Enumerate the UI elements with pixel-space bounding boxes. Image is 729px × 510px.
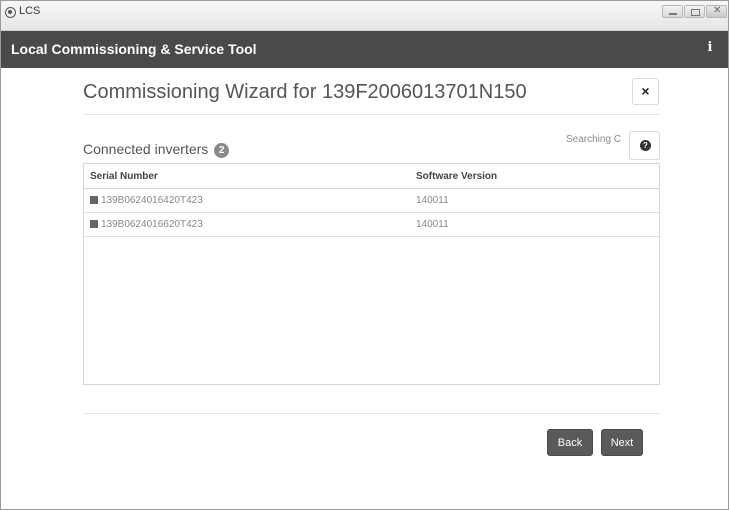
back-button[interactable]: Back [547, 429, 593, 456]
question-icon: ? [640, 140, 651, 151]
wizard-title: Commissioning Wizard for 139F2006013701N… [83, 81, 527, 103]
connected-inverters-heading: Connected inverters 2 [83, 141, 230, 158]
serial-number: 139B0624016420T423 [101, 195, 203, 206]
software-version-cell: 140011 [416, 219, 449, 230]
maximize-icon[interactable] [684, 5, 705, 18]
column-header-software-version[interactable]: Software Version [416, 171, 497, 182]
serial-number: 139B0624016620T423 [101, 219, 203, 230]
search-status-text: Searching C [566, 134, 622, 145]
connected-inverters-label: Connected inverters [83, 141, 209, 157]
close-wizard-button[interactable]: × [632, 78, 659, 105]
help-button[interactable]: ? [629, 131, 660, 160]
footer-divider [83, 413, 660, 414]
minimize-icon[interactable] [662, 5, 683, 18]
header-divider [83, 114, 660, 115]
inverter-icon [90, 220, 98, 228]
table-row[interactable]: 139B0624016620T423 140011 [84, 213, 659, 237]
software-version-cell: 140011 [416, 195, 449, 206]
inverter-icon [90, 196, 98, 204]
inverter-count-badge: 2 [214, 142, 230, 158]
window-controls [662, 5, 727, 18]
serial-cell: 139B0624016420T423 [90, 195, 203, 206]
lcs-logo-icon [5, 7, 16, 18]
app-header: Local Commissioning & Service Tool i [1, 31, 728, 68]
column-header-serial-number[interactable]: Serial Number [90, 171, 158, 182]
inverters-table: Serial Number Software Version 139B06240… [83, 163, 660, 385]
application-window: LCS Local Commissioning & Service Tool i… [0, 0, 729, 510]
app-title: Local Commissioning & Service Tool [11, 41, 257, 57]
window-close-icon[interactable] [706, 5, 727, 18]
next-button[interactable]: Next [601, 429, 643, 456]
table-header: Serial Number Software Version [84, 164, 659, 189]
os-titlebar[interactable]: LCS [1, 1, 728, 31]
table-row[interactable]: 139B0624016420T423 140011 [84, 189, 659, 213]
close-icon: × [641, 83, 650, 99]
info-icon[interactable]: i [704, 40, 716, 58]
serial-cell: 139B0624016620T423 [90, 219, 203, 230]
window-title: LCS [19, 5, 41, 17]
